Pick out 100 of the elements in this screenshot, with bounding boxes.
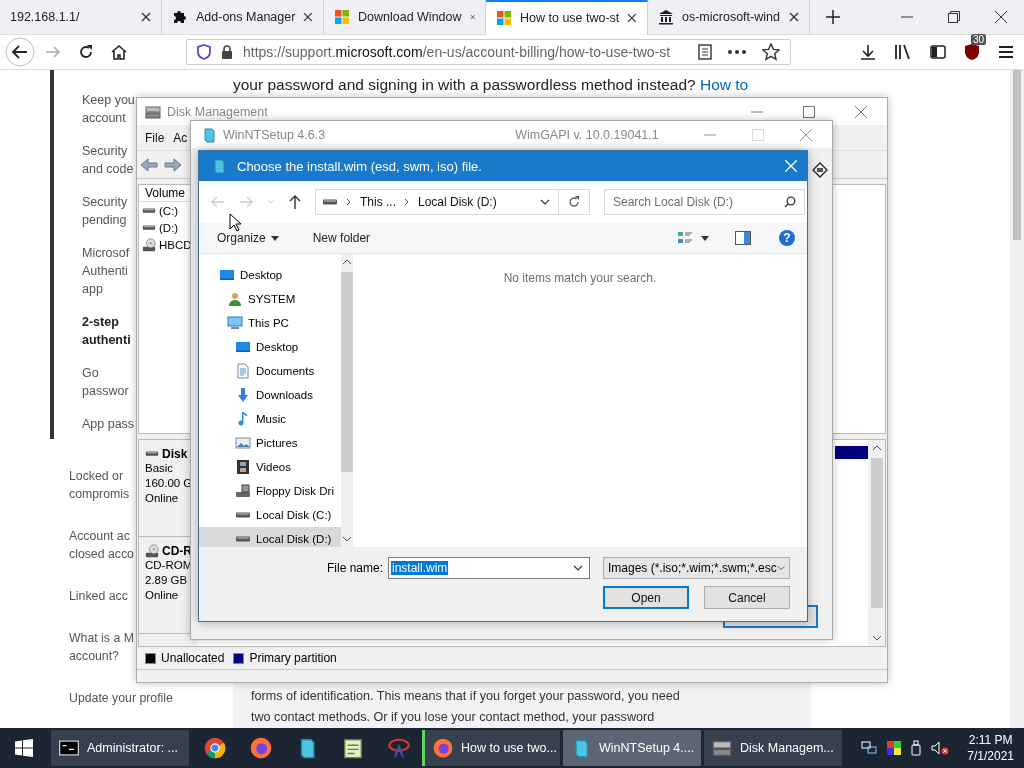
start-icon[interactable] — [15, 739, 33, 757]
taskbar-button[interactable]: How to use two... — [422, 730, 560, 766]
tree-item[interactable]: Floppy Disk Dri — [199, 479, 341, 503]
up-arrow-icon[interactable] — [289, 195, 301, 209]
menu-item[interactable]: File — [145, 130, 165, 145]
nav-link[interactable]: Go passwor — [82, 364, 129, 400]
nav-link[interactable]: Linked acc — [69, 587, 128, 605]
tree-item[interactable]: Desktop — [199, 335, 341, 359]
browser-tab[interactable]: 192.168.1.1/ — [0, 0, 162, 35]
forward-arrow-icon[interactable] — [164, 157, 182, 172]
tree-item[interactable]: Desktop — [199, 263, 341, 287]
drive-entry[interactable]: (C:) — [159, 204, 179, 217]
new-folder-button[interactable]: New folder — [312, 231, 371, 245]
window-title: WinNTSetup 4.6.3 — [223, 127, 326, 142]
drive-entry[interactable]: (D:) — [159, 221, 179, 234]
drive-entry[interactable]: HBCD — [159, 238, 192, 251]
breadcrumb-item[interactable]: Local Disk (D:) — [418, 195, 497, 209]
usb-drive-icon[interactable] — [911, 740, 922, 756]
download-icon[interactable] — [860, 44, 876, 60]
help-button[interactable]: ? — [779, 230, 795, 246]
more-icon[interactable] — [728, 50, 746, 54]
sidebar-icon[interactable] — [930, 44, 946, 60]
nav-link[interactable]: Locked or compromis — [69, 467, 130, 503]
star-icon[interactable] — [762, 43, 780, 61]
tree-item[interactable]: Music — [199, 407, 341, 431]
back-icon[interactable] — [5, 37, 35, 67]
scroll-down-icon[interactable] — [871, 634, 882, 642]
network-icon[interactable] — [861, 741, 878, 755]
view-options-icon[interactable] — [677, 231, 693, 245]
new-tab-icon[interactable] — [826, 10, 840, 24]
reload-icon[interactable] — [78, 44, 94, 60]
tree-item[interactable]: This PC — [199, 311, 341, 335]
taskbar-button[interactable]: WinNTSetup 4.... — [563, 730, 701, 766]
chevron-down-icon[interactable] — [540, 199, 550, 205]
nav-link[interactable]: Keep you account — [82, 91, 135, 127]
taskbar-button[interactable]: Disk Managem... — [704, 730, 842, 766]
preview-pane-icon[interactable] — [735, 231, 751, 245]
dialog-button[interactable]: Cancel — [704, 586, 790, 609]
nav-link[interactable]: 2-step authenti — [82, 313, 131, 349]
nav-link[interactable]: Account ac closed acco — [69, 527, 134, 563]
tree-item[interactable]: Local Disk (C:) — [199, 503, 341, 527]
close-icon[interactable] — [627, 13, 637, 23]
nav-link[interactable]: Security and code — [82, 142, 134, 178]
shield-icon[interactable] — [964, 43, 980, 61]
tree-item[interactable]: SYSTEM — [199, 287, 341, 311]
taskbar-button[interactable]: Administrator: ... — [51, 730, 189, 766]
refresh-icon[interactable] — [567, 195, 581, 209]
nav-link[interactable]: Security pending — [82, 193, 128, 229]
scrollbar[interactable] — [1010, 70, 1024, 728]
browser-tab[interactable]: How to use two-st — [486, 0, 648, 35]
library-icon[interactable] — [894, 44, 912, 60]
nav-link[interactable]: Microsof Authenti app — [82, 244, 130, 298]
notepad-icon[interactable] — [342, 737, 364, 759]
browser-icon[interactable] — [250, 737, 272, 759]
reader-view-icon[interactable] — [698, 44, 712, 60]
close-icon[interactable] — [141, 12, 151, 22]
browser-tab[interactable]: os-microsoft-wind — [648, 0, 810, 35]
nav-link[interactable]: What is a M account? — [69, 629, 134, 665]
film-icon — [235, 459, 251, 475]
close-icon[interactable] — [789, 12, 799, 22]
caret-icon[interactable] — [701, 235, 709, 241]
article-text: two contact methods. Or if you lose your contact method, your password — [251, 709, 656, 726]
article-text: forms of identification. This means that if you forget your password, you need — [251, 688, 681, 705]
file-type-dropdown[interactable]: Images (*.iso;*.wim;*.swm;*.esc — [603, 557, 790, 579]
close-icon[interactable] — [995, 11, 1007, 23]
browser-tab[interactable]: Add-ons Manager — [162, 0, 324, 35]
home-icon[interactable] — [111, 44, 127, 60]
tool-icon[interactable] — [388, 737, 410, 759]
chevron-down-icon[interactable] — [573, 565, 583, 571]
browser-icon[interactable] — [204, 737, 226, 759]
article-link[interactable]: How to — [700, 76, 749, 93]
tree-item[interactable]: Documents — [199, 359, 341, 383]
organize-menu[interactable]: Organize — [217, 231, 279, 245]
chevron-right-icon — [346, 198, 352, 206]
tree-item[interactable]: Videos — [199, 455, 341, 479]
scrollbar[interactable] — [868, 440, 885, 646]
speaker-muted-icon[interactable] — [931, 741, 950, 755]
address-field[interactable]: This ... Local Disk (D:) — [315, 189, 590, 215]
restore-icon[interactable] — [948, 11, 960, 23]
color-grid-icon[interactable] — [887, 741, 902, 755]
clock[interactable]: 2:11 PM 7/1/2021 — [967, 732, 1014, 764]
scroll-down-icon[interactable] — [342, 535, 352, 543]
scroll-up-icon[interactable] — [342, 258, 352, 266]
tree-item[interactable]: Local Disk (D:) — [199, 527, 341, 547]
address-bar[interactable]: https://support.microsoft.com/en-us/account-billing/how-to-use-two-st — [186, 39, 791, 65]
close-icon[interactable] — [303, 12, 313, 22]
scroll-up-icon[interactable] — [871, 444, 882, 452]
maximize-icon[interactable] — [803, 105, 815, 118]
file-name-field[interactable]: install.wim — [388, 557, 590, 579]
menu-icon[interactable] — [998, 45, 1014, 59]
menu-item[interactable]: Ac — [173, 130, 188, 145]
scrollbar[interactable] — [341, 254, 353, 547]
search-field[interactable]: Search Local Disk (D:) — [604, 189, 805, 215]
nav-link[interactable]: Update your profile — [69, 689, 173, 707]
tree-item[interactable]: Downloads — [199, 383, 341, 407]
back-arrow-icon[interactable] — [140, 157, 158, 172]
nav-link[interactable]: App pass — [82, 415, 135, 433]
dialog-button[interactable]: Open — [603, 586, 689, 609]
tree-item[interactable]: Pictures — [199, 431, 341, 455]
breadcrumb-item[interactable]: This ... — [360, 195, 396, 209]
